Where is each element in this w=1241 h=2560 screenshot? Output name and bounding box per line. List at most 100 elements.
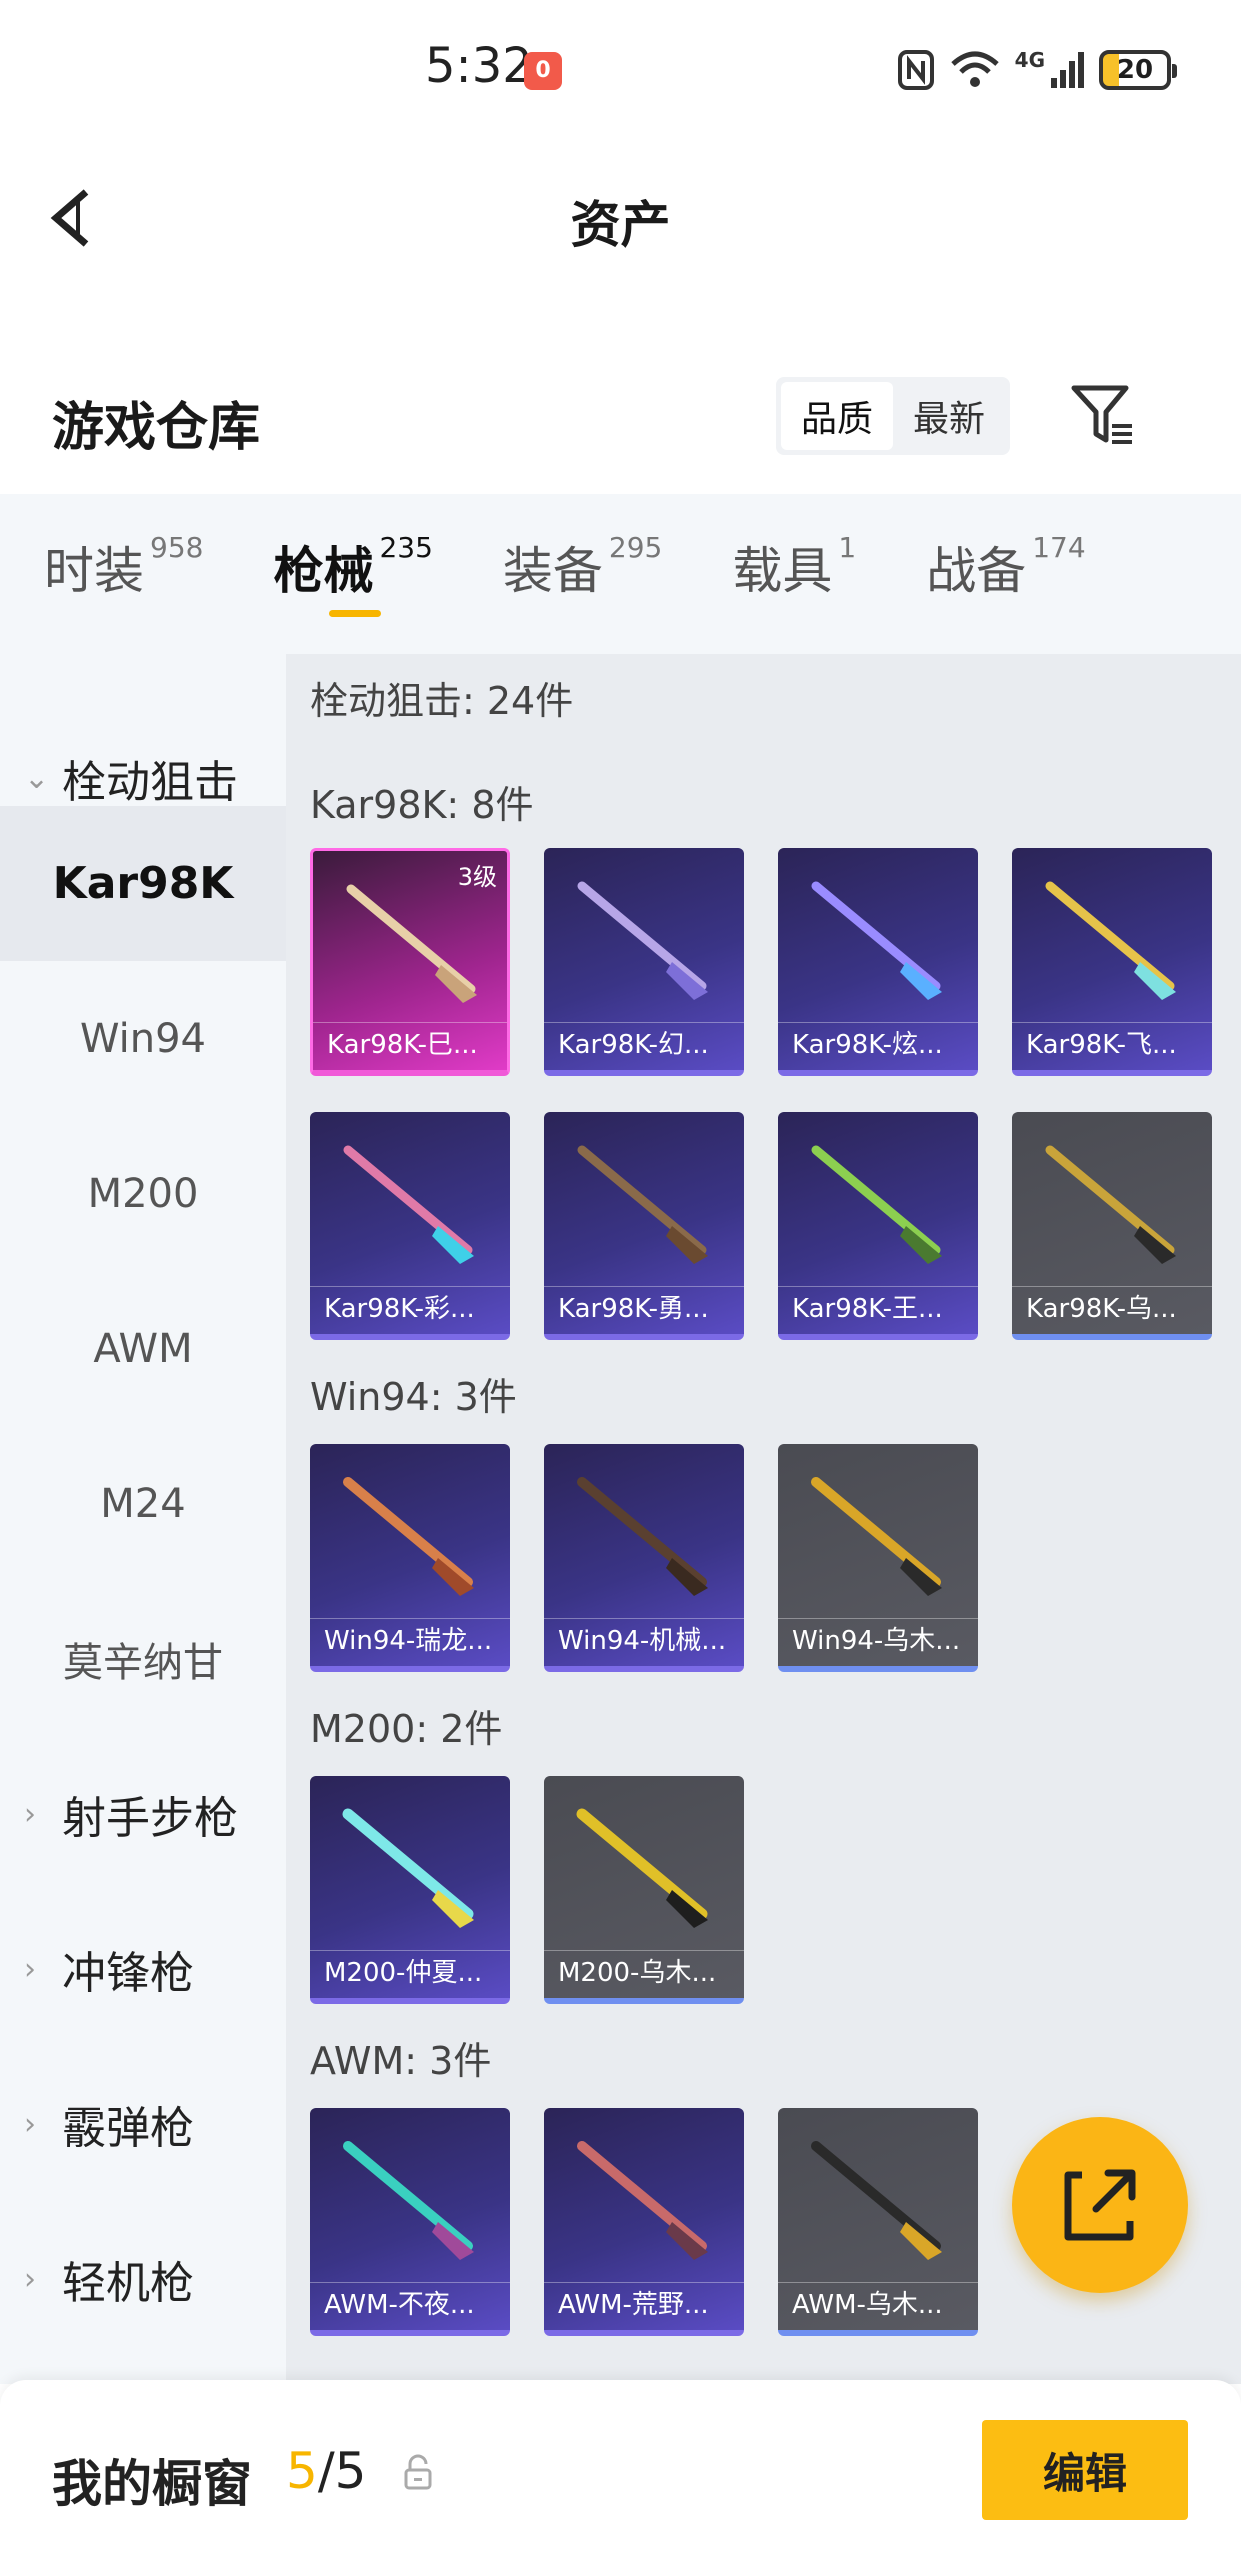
page-title: 资产	[570, 196, 671, 254]
tab-count: 1	[838, 531, 857, 564]
rifle-icon	[811, 2141, 942, 2260]
tab-count: 235	[379, 531, 433, 564]
wifi-icon	[950, 51, 999, 87]
sidebar-group-label: 冲锋枪	[62, 1948, 194, 1999]
section-header: Kar98K: 8件	[310, 783, 534, 827]
rifle-icon	[342, 1808, 474, 1928]
sidebar-group-lmg[interactable]: › 轻机枪	[0, 2229, 286, 2329]
sidebar-item-m200[interactable]: M200	[0, 1116, 286, 1271]
tab-label: 时装	[44, 542, 144, 600]
item-name: M200-乌木...	[544, 1950, 744, 1998]
rifle-icon	[811, 1477, 942, 1596]
item-card[interactable]: Kar98K-幻...	[544, 848, 744, 1076]
rifle-icon	[577, 2141, 708, 2260]
rifle-icon	[811, 1145, 942, 1264]
sidebar-item-win94[interactable]: Win94	[0, 961, 286, 1116]
tab-label: 载具	[732, 542, 833, 600]
sort-quality-option[interactable]: 品质	[781, 382, 893, 450]
showcase-count-current: 5	[286, 2442, 318, 2500]
tab-vehicles[interactable]: 载具 1	[732, 531, 856, 617]
filter-icon	[1071, 385, 1132, 444]
tab-outfits[interactable]: 时装 958	[44, 531, 203, 617]
signal-icon	[1051, 52, 1084, 88]
status-time: 5:32	[425, 38, 533, 94]
item-name: Win94-瑞龙...	[310, 1618, 510, 1666]
chevron-right-icon: ›	[24, 1796, 36, 1832]
item-name: Kar98K-飞...	[1012, 1022, 1212, 1070]
item-card[interactable]: Kar98K-彩...	[310, 1112, 510, 1340]
rifle-icon	[576, 1808, 708, 1928]
rifle-icon	[1045, 1145, 1176, 1264]
item-card[interactable]: Win94-机械...	[544, 1444, 744, 1672]
showcase-count-total: /5	[317, 2442, 367, 2500]
item-name: M200-仲夏...	[310, 1950, 510, 1998]
battery-icon: 20	[1099, 50, 1177, 90]
item-card[interactable]: Win94-瑞龙...	[310, 1444, 510, 1672]
item-card[interactable]: Kar98K-王...	[778, 1112, 978, 1340]
item-card[interactable]: Kar98K-炫...	[778, 848, 978, 1076]
sidebar-group-label: 轻机枪	[62, 2258, 194, 2309]
rifle-icon	[811, 881, 942, 1000]
chevron-right-icon: ›	[24, 2106, 36, 2142]
sidebar-item-awm[interactable]: AWM	[0, 1271, 286, 1426]
active-tab-indicator	[329, 610, 382, 617]
bottom-bar: 我的橱窗 5/5 编辑	[0, 2380, 1241, 2560]
item-card[interactable]: AWM-乌木...	[778, 2108, 978, 2336]
item-card[interactable]: AWM-荒野...	[544, 2108, 744, 2336]
nfc-icon	[897, 50, 934, 90]
sidebar-item-mosin[interactable]: 莫辛纳甘	[0, 1581, 286, 1736]
tab-count: 174	[1032, 531, 1086, 564]
warehouse-title: 游戏仓库	[52, 398, 261, 458]
rifle-icon	[577, 1477, 708, 1596]
item-name: Kar98K-幻...	[544, 1022, 744, 1070]
tab-gear[interactable]: 装备 295	[503, 531, 662, 617]
sidebar-group-label: 栓动狙击	[62, 757, 238, 808]
sidebar-group-dmr[interactable]: › 射手步枪	[0, 1764, 286, 1864]
lock-icon	[404, 2454, 432, 2490]
rifle-icon	[1045, 881, 1176, 1000]
section-header: Win94: 3件	[310, 1375, 517, 1419]
item-card[interactable]: M200-乌木...	[544, 1776, 744, 2004]
chevron-right-icon: ›	[24, 2261, 36, 2297]
item-card[interactable]: M200-仲夏...	[310, 1776, 510, 2004]
share-button[interactable]	[1012, 2117, 1188, 2293]
item-name: Kar98K-勇...	[544, 1286, 744, 1334]
showcase-title: 我的橱窗	[52, 2455, 252, 2513]
rifle-icon	[343, 1145, 474, 1264]
item-name: Kar98K-王...	[778, 1286, 978, 1334]
rifle-icon	[346, 884, 477, 1003]
item-name: Kar98K-巳...	[313, 1022, 507, 1070]
tab-supplies[interactable]: 战备 174	[926, 531, 1085, 617]
tab-guns[interactable]: 枪械 235	[273, 531, 433, 617]
edit-button[interactable]: 编辑	[982, 2420, 1188, 2520]
item-name: AWM-不夜...	[310, 2282, 510, 2330]
item-card[interactable]: 3级 Kar98K-巳...	[310, 848, 510, 1076]
sidebar-group-label: 射手步枪	[62, 1793, 238, 1844]
item-card[interactable]: AWM-不夜...	[310, 2108, 510, 2336]
sort-newest-option[interactable]: 最新	[893, 382, 1005, 450]
chevron-down-icon: ⌄	[24, 760, 50, 796]
tab-count: 295	[608, 531, 663, 564]
item-name: AWM-乌木...	[778, 2282, 978, 2330]
share-icon	[1064, 2169, 1136, 2241]
network-label: 4G	[1014, 48, 1045, 72]
rifle-icon	[343, 1477, 474, 1596]
item-name: Win94-机械...	[544, 1618, 744, 1666]
sidebar: ⌄ 栓动狙击 Kar98K Win94 M200 AWM M24 莫辛纳甘 › …	[0, 654, 286, 2384]
item-card[interactable]: Kar98K-勇...	[544, 1112, 744, 1340]
sort-toggle: 品质 最新	[776, 377, 1010, 455]
notification-badge: 0	[524, 52, 562, 90]
filter-button[interactable]	[1070, 382, 1136, 448]
sidebar-item-m24[interactable]: M24	[0, 1426, 286, 1581]
status-icons: 4G 20	[897, 44, 1177, 96]
tab-label: 装备	[502, 542, 603, 600]
tab-label: 战备	[926, 542, 1027, 600]
sidebar-group-shotgun[interactable]: › 霰弹枪	[0, 2074, 286, 2174]
item-level: 3级	[457, 863, 497, 891]
item-card[interactable]: Win94-乌木...	[778, 1444, 978, 1672]
sidebar-item-kar98k[interactable]: Kar98K	[0, 806, 286, 961]
sidebar-group-smg[interactable]: › 冲锋枪	[0, 1919, 286, 2019]
item-card[interactable]: Kar98K-飞...	[1012, 848, 1212, 1076]
item-card[interactable]: Kar98K-乌...	[1012, 1112, 1212, 1340]
item-name: Kar98K-炫...	[778, 1022, 978, 1070]
